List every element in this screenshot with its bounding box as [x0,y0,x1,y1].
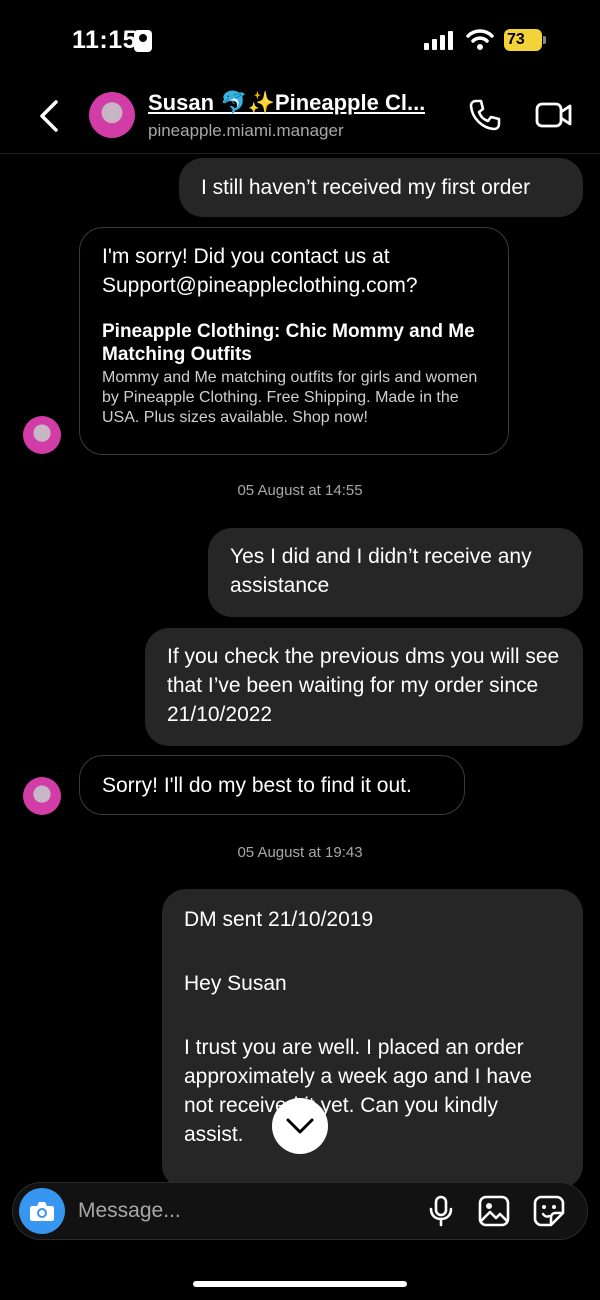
link-preview-description: Mommy and Me matching outfits for girls … [102,369,478,426]
contact-card-icon [134,30,152,52]
chat-header: Susan 🐬✨Pineapple Cl... pineapple.miami.… [0,80,600,154]
message-bubble-sent[interactable]: I still haven’t received my first order [179,158,583,217]
chevron-left-icon[interactable] [36,96,64,136]
message-bubble-received[interactable]: Sorry! I'll do my best to find it out. [79,755,465,815]
home-indicator[interactable] [193,1281,407,1287]
contact-avatar[interactable] [89,92,135,138]
scroll-to-bottom-button[interactable] [272,1098,328,1154]
message-text: Yes I did and I didn’t receive any assis… [230,545,532,597]
camera-button[interactable] [19,1188,65,1234]
message-input[interactable]: Message... [78,1199,181,1223]
timestamp: 05 August at 19:43 [237,844,363,861]
signal-icon [424,31,453,50]
message-paragraph: I trust you are well. I placed an order … [184,1036,532,1146]
phone-icon[interactable] [468,98,502,132]
message-bubble-sent[interactable]: Yes I did and I didn’t receive any assis… [208,528,583,617]
message-bubble-sent[interactable]: DM sent 21/10/2019 Hey Susan I trust you… [162,889,583,1189]
status-bar: 11:15 73 [0,0,600,80]
image-icon[interactable] [478,1195,510,1227]
sender-avatar[interactable] [23,416,61,454]
wifi-icon [466,29,494,50]
sticker-icon[interactable] [533,1195,565,1227]
message-paragraph: Hey Susan [184,972,287,995]
contact-name[interactable]: Susan 🐬✨Pineapple Cl... [148,90,425,116]
message-bubble-received[interactable]: I'm sorry! Did you contact us at Support… [79,227,509,455]
battery-tip [543,36,546,44]
message-bubble-sent[interactable]: If you check the previous dms you will s… [145,628,583,746]
sender-avatar[interactable] [23,777,61,815]
message-text: I still haven’t received my first order [201,176,531,199]
status-time: 11:15 [72,26,138,54]
chevron-down-icon [286,1118,314,1134]
message-text: If you check the previous dms you will s… [167,645,560,726]
contact-username[interactable]: pineapple.miami.manager [148,121,344,141]
message-composer[interactable]: Message... [12,1182,588,1240]
battery-indicator: 73 [504,29,542,51]
message-text: Sorry! I'll do my best to find it out. [102,774,412,797]
timestamp: 05 August at 14:55 [237,482,363,499]
camera-icon [30,1202,54,1221]
microphone-icon[interactable] [427,1195,455,1227]
message-text: I'm sorry! Did you contact us at Support… [102,245,418,297]
link-preview-title[interactable]: Pineapple Clothing: Chic Mommy and Me Ma… [102,320,486,366]
video-camera-icon[interactable] [535,98,573,132]
message-paragraph: DM sent 21/10/2019 [184,908,374,931]
